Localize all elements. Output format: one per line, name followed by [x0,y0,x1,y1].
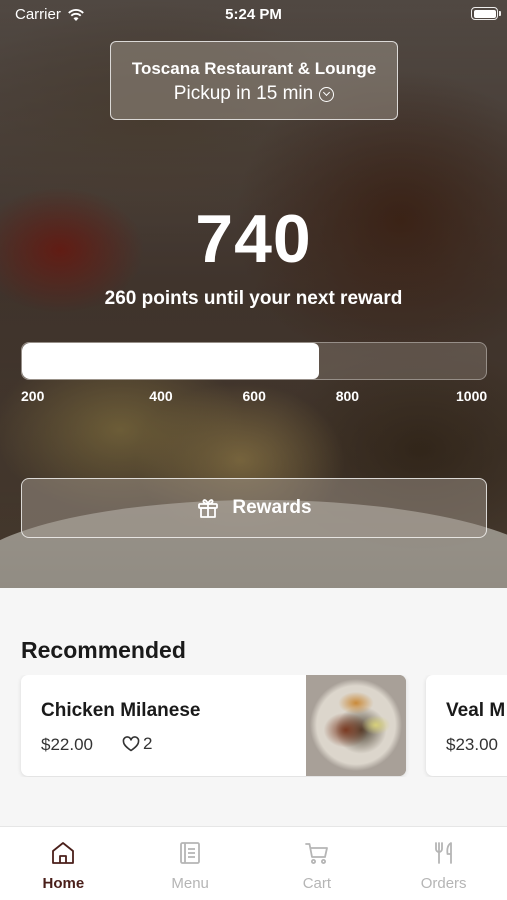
store-name: Toscana Restaurant & Lounge [131,59,377,78]
tab-orders-label: Orders [420,875,467,892]
rewards-button[interactable]: Rewards [21,478,487,538]
tab-menu[interactable]: Menu [127,827,254,900]
gift-icon [198,499,219,518]
progress-tick-label: 800 [335,388,360,404]
tab-cart-label: Cart [302,875,332,892]
item-likes[interactable]: 2 [122,734,152,754]
chevron-down-circle-icon [319,86,335,102]
heart-icon [122,736,140,752]
progress-tick-label: 200 [21,388,45,404]
recommended-item-card[interactable]: Chicken Milanese $22.00 2 [21,675,406,776]
item-name: Chicken Milanese [41,700,201,721]
tab-home-label: Home [42,875,85,892]
rewards-progress-fill [22,343,319,379]
item-photo [306,675,406,776]
fork-knife-icon [434,842,452,864]
tab-cart[interactable]: Cart [254,827,381,900]
item-like-count: 2 [143,734,153,753]
item-price: $23.00 [446,735,498,754]
menu-book-icon [180,842,201,864]
points-until-reward: 260 points until your next reward [104,288,403,309]
recommended-title: Recommended [21,637,186,663]
status-bar: Carrier 5:24 PM [0,0,507,28]
tab-bar: Home Menu Cart Orders [0,826,507,900]
cart-icon [304,843,328,864]
progress-tick-label: 1000 [456,388,488,404]
home-icon [52,842,75,864]
progress-tick-labels: 200 400 600 800 1000 [21,388,487,406]
clock: 5:24 PM [225,6,282,23]
item-price: $22.00 [41,735,93,754]
store-selector[interactable]: Toscana Restaurant & Lounge Pickup in 15… [110,41,398,120]
tab-home[interactable]: Home [0,827,127,900]
pickup-time-row: Pickup in 15 min [111,83,397,105]
pickup-time: Pickup in 15 min [173,83,314,104]
progress-tick-label: 400 [149,388,173,404]
progress-tick-label: 600 [242,388,266,404]
rewards-button-label: Rewards [232,497,312,518]
recommended-item-card[interactable]: Veal M $23.00 [426,675,507,776]
tab-menu-label: Menu [171,875,209,892]
recommended-carousel[interactable]: Chicken Milanese $22.00 2 Veal M $23.00 [0,675,507,777]
battery-icon [471,7,501,20]
hero-banner: Carrier 5:24 PM Toscana Restaurant & Lou… [0,0,507,588]
tab-orders[interactable]: Orders [380,827,507,900]
rewards-progress-bar [21,342,487,380]
item-name: Veal M [446,700,506,721]
points-balance: 740 [195,201,312,277]
